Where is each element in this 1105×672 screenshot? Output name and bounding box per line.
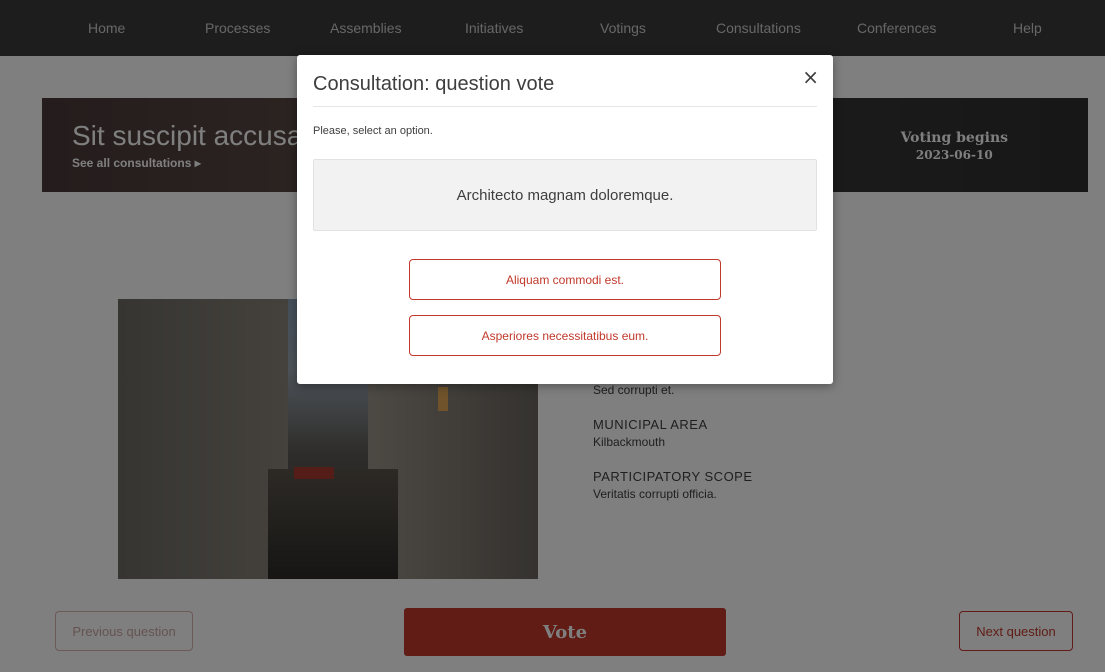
- vote-option-button[interactable]: Asperiores necessitatibus eum.: [409, 315, 721, 356]
- close-icon[interactable]: ×: [802, 67, 819, 87]
- vote-option-button[interactable]: Aliquam commodi est.: [409, 259, 721, 300]
- modal-divider: [313, 106, 817, 107]
- modal-instruction: Please, select an option.: [313, 125, 433, 137]
- modal-question-box: Architecto magnam doloremque.: [313, 159, 817, 231]
- question-vote-modal: Consultation: question vote × Please, se…: [297, 55, 833, 384]
- modal-title: Consultation: question vote: [313, 73, 555, 95]
